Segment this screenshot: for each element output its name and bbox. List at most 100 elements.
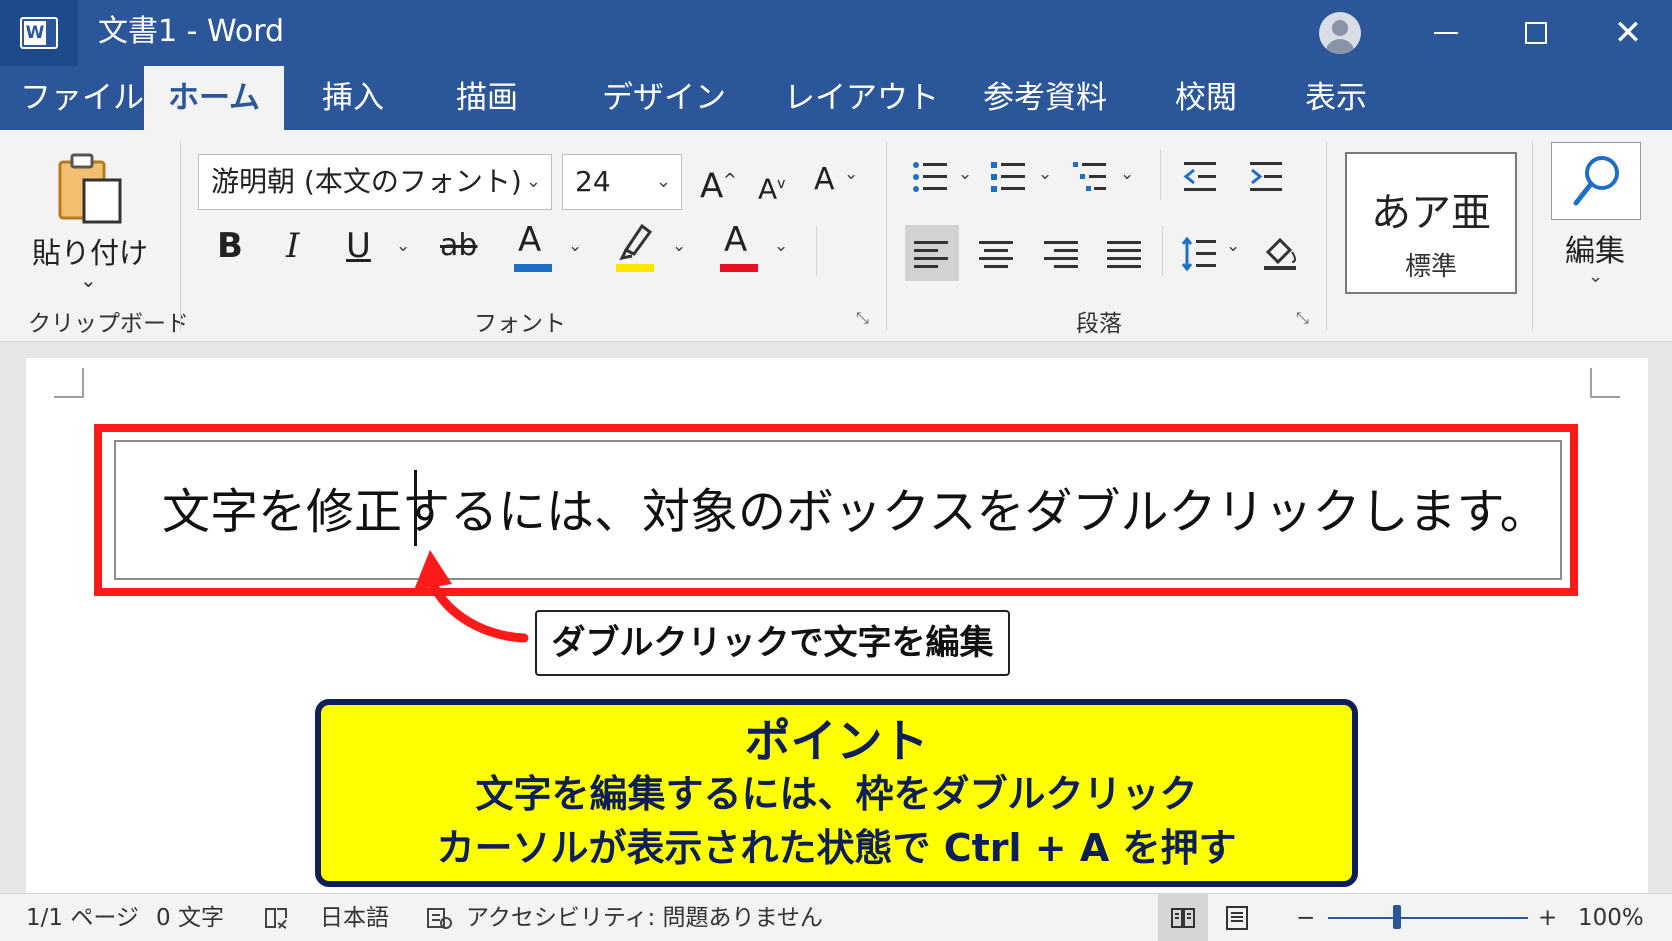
group-divider: [1532, 142, 1533, 330]
maximize-icon: [1525, 22, 1547, 44]
style-sample: あア亜: [1371, 190, 1491, 236]
increase-indent-icon[interactable]: [1248, 160, 1284, 194]
decrease-indent-icon[interactable]: [1182, 160, 1218, 194]
proofing-icon[interactable]: [264, 906, 290, 930]
chevron-down-icon: ⌄: [655, 171, 671, 192]
chevron-down-icon[interactable]: ⌄: [1120, 164, 1134, 184]
paste-options-chevron-icon[interactable]: ⌄: [80, 268, 97, 292]
chevron-down-icon[interactable]: ⌄: [568, 236, 582, 256]
title-bar: W 文書1 - Word ✕: [0, 0, 1672, 66]
word-logo-letter: W: [24, 21, 46, 45]
close-button[interactable]: ✕: [1605, 10, 1651, 56]
font-dialog-launcher-icon[interactable]: ⤡: [856, 308, 869, 328]
zoom-level[interactable]: 100%: [1578, 904, 1644, 932]
font-group-label: フォント: [474, 311, 566, 337]
chevron-down-icon[interactable]: ⌄: [1038, 164, 1052, 184]
font-size-dropdown[interactable]: 24 ⌄: [562, 154, 682, 210]
tab-references[interactable]: 参考資料: [983, 66, 1107, 130]
italic-button[interactable]: I: [286, 226, 299, 266]
chevron-down-icon[interactable]: ⌄: [844, 164, 858, 184]
align-left-icon: [914, 241, 948, 268]
close-icon: ✕: [1613, 13, 1643, 53]
paragraph-dialog-launcher-icon[interactable]: ⤡: [1296, 308, 1309, 328]
book-icon: [1171, 908, 1195, 928]
user-avatar[interactable]: [1319, 12, 1361, 54]
shrink-font-icon: A: [758, 172, 778, 206]
align-center-icon[interactable]: [978, 240, 1014, 270]
tab-review[interactable]: 校閲: [1175, 66, 1237, 130]
search-icon: [1573, 156, 1619, 206]
highlighter-icon[interactable]: [618, 220, 654, 260]
page-count[interactable]: 1/1 ページ: [26, 904, 139, 932]
maximize-button[interactable]: [1513, 10, 1559, 56]
point-line-2: カーソルが表示された状態で Ctrl + A を押す: [436, 826, 1237, 870]
group-divider: [1162, 226, 1163, 276]
zoom-slider[interactable]: [1328, 917, 1528, 919]
chevron-down-icon[interactable]: ⌄: [672, 236, 686, 256]
group-divider: [180, 142, 181, 330]
font-name-value: 游明朝 (本文のフォント): [211, 165, 522, 198]
editing-label[interactable]: 編集: [1565, 226, 1625, 270]
chevron-down-icon[interactable]: ⌄: [1226, 236, 1240, 256]
tab-layout[interactable]: レイアウト: [784, 66, 939, 130]
bullets-icon[interactable]: [912, 160, 948, 194]
bold-button[interactable]: B: [217, 226, 243, 266]
tab-draw[interactable]: 描画: [456, 66, 518, 130]
paste-icon[interactable]: [58, 152, 124, 224]
numbering-icon[interactable]: [990, 160, 1026, 194]
word-count[interactable]: 0 文字: [156, 904, 224, 932]
underline-button[interactable]: U: [346, 226, 371, 266]
tab-home[interactable]: ホーム: [144, 66, 284, 130]
accessibility-status[interactable]: アクセシビリティ: 問題ありません: [466, 904, 823, 932]
group-divider: [816, 226, 817, 276]
ribbon-tabs: ファイル ホーム 挿入 描画 デザイン レイアウト 参考資料 校閲 表示: [0, 66, 1672, 130]
editing-button[interactable]: [1551, 142, 1641, 220]
text-cursor: [414, 470, 417, 546]
tab-insert[interactable]: 挿入: [322, 66, 384, 130]
character-shading-button[interactable]: A: [724, 220, 747, 260]
print-layout-icon[interactable]: [1224, 905, 1250, 931]
chevron-down-icon[interactable]: ⌄: [1588, 266, 1603, 287]
font-color-swatch: [514, 264, 552, 272]
minimize-button[interactable]: [1423, 10, 1469, 56]
line-spacing-icon[interactable]: [1182, 236, 1216, 272]
tab-design[interactable]: デザイン: [602, 66, 726, 130]
shading-bucket-icon[interactable]: [1262, 234, 1298, 272]
tab-view[interactable]: 表示: [1305, 66, 1367, 130]
text-box[interactable]: 文字を修正するには、対象のボックスをダブルクリックします。: [114, 440, 1562, 580]
tab-file[interactable]: ファイル: [20, 66, 144, 130]
strikethrough-button[interactable]: ab: [440, 226, 477, 266]
point-box: ポイント 文字を編集するには、枠をダブルクリック カーソルが表示された状態で C…: [315, 699, 1358, 887]
font-color-button[interactable]: A: [518, 220, 541, 260]
character-shading-icon: A: [724, 220, 748, 260]
margin-mark: [54, 368, 84, 398]
chevron-down-icon[interactable]: ⌄: [958, 164, 972, 184]
change-case-icon: A: [814, 162, 835, 197]
align-right-icon[interactable]: [1042, 240, 1078, 270]
chevron-down-icon[interactable]: ⌄: [396, 236, 410, 256]
change-case-button[interactable]: A: [814, 160, 835, 200]
style-normal[interactable]: あア亜 標準: [1345, 152, 1517, 294]
paste-button-label[interactable]: 貼り付け: [32, 230, 148, 272]
font-name-dropdown[interactable]: 游明朝 (本文のフォント) ⌄: [198, 154, 552, 210]
font-color-icon: A: [518, 220, 542, 260]
group-divider: [1160, 150, 1161, 200]
status-bar: 1/1 ページ 0 文字 日本語 アクセシビリティ: 問題ありません − + 1…: [0, 893, 1672, 941]
justify-icon[interactable]: [1106, 240, 1142, 270]
zoom-slider-thumb[interactable]: [1393, 905, 1401, 929]
grow-font-icon: A: [700, 166, 724, 207]
grow-font-button[interactable]: A^: [700, 160, 737, 206]
multilevel-list-icon[interactable]: [1072, 160, 1108, 194]
zoom-out-button[interactable]: −: [1296, 904, 1315, 932]
view-read-mode-button[interactable]: [1158, 894, 1208, 941]
chevron-down-icon[interactable]: ⌄: [774, 236, 788, 256]
shrink-font-button[interactable]: Av: [758, 164, 785, 209]
point-title: ポイント: [744, 714, 929, 768]
clipboard-group-label: クリップボード: [28, 311, 189, 337]
text-box-content[interactable]: 文字を修正するには、対象のボックスをダブルクリックします。: [162, 482, 1548, 542]
document-title: 文書1 - Word: [98, 14, 285, 49]
language-indicator[interactable]: 日本語: [320, 904, 389, 932]
style-name: 標準: [1404, 252, 1457, 282]
zoom-in-button[interactable]: +: [1538, 904, 1557, 932]
accessibility-icon[interactable]: [426, 906, 452, 930]
